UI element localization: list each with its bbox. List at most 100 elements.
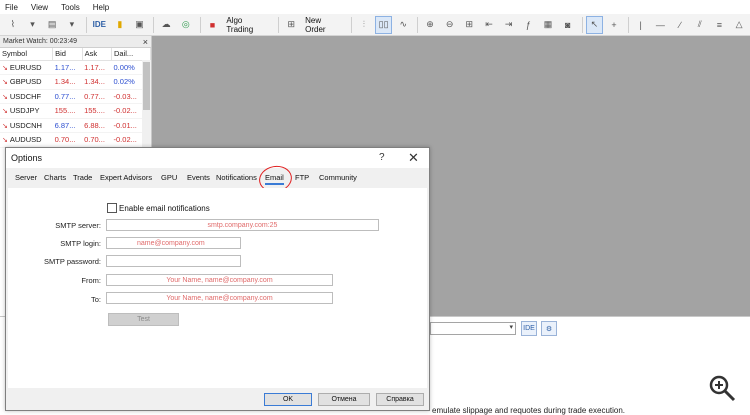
tab-notifications[interactable]: Notifications: [216, 173, 257, 182]
arrow-down-icon: ↘: [2, 93, 8, 101]
filter-select[interactable]: ▾: [430, 322, 516, 335]
table-row[interactable]: ↘ USDCNH 6.87... 6.88... -0.01...: [0, 118, 151, 133]
crosshair-icon[interactable]: +: [605, 16, 623, 34]
algo-trading-button[interactable]: Algo Trading: [223, 16, 273, 34]
bid-cell: 155....: [52, 103, 83, 119]
tab-events[interactable]: Events: [187, 173, 210, 182]
zoom-in-icon[interactable]: ⊕: [421, 16, 439, 34]
symbol-cell: AUDUSD: [9, 135, 42, 145]
market-watch-panel: Market Watch: 00:23:49 × Symbol Bid Ask …: [0, 36, 152, 148]
fibonacci-icon[interactable]: ≡: [711, 16, 729, 34]
channel-icon[interactable]: ⫽: [691, 16, 709, 34]
table-row[interactable]: ↘ GBPUSD 1.34... 1.34... 0.02%: [0, 74, 151, 90]
new-chart-icon[interactable]: ▤: [43, 16, 61, 34]
cloud-icon[interactable]: ☁: [157, 16, 175, 34]
smtp-server-input[interactable]: smtp.company.com:25: [106, 219, 379, 231]
chart-line-icon[interactable]: ⌇: [4, 16, 22, 34]
test-button[interactable]: Test: [108, 313, 179, 326]
arrow-down-icon: ↘: [2, 137, 8, 145]
shapes-icon[interactable]: △: [730, 16, 748, 34]
toolbar: ⌇ ▾ ▤ ▾ IDE ▮ ▣ ☁ ◎ ■ Algo Trading ⊞ New…: [0, 14, 750, 36]
dialog-title: Options: [11, 153, 43, 163]
ok-button[interactable]: OK: [264, 393, 312, 406]
new-order-button[interactable]: New Order: [302, 16, 346, 34]
from-input[interactable]: Your Name, name@company.com: [106, 274, 333, 286]
arrow-down-icon: ↘: [2, 122, 8, 130]
screenshot-icon[interactable]: ◙: [559, 16, 577, 34]
help-icon[interactable]: ?: [379, 152, 385, 163]
dialog-titlebar: Options ? ✕: [6, 148, 429, 168]
indicators-icon[interactable]: ƒ: [520, 16, 538, 34]
chart-shift-icon[interactable]: ⇥: [500, 16, 518, 34]
table-row[interactable]: ↘ USDCHF 0.77... 0.77... -0.03...: [0, 89, 151, 104]
symbol-cell: USDCHF: [9, 91, 42, 101]
column-header[interactable]: Dail...: [111, 48, 151, 61]
menu-help[interactable]: Help: [88, 3, 117, 12]
email-settings-panel: Enable email notifications SMTP server: …: [8, 188, 427, 388]
signals-icon[interactable]: ▣: [131, 16, 149, 34]
grid-icon[interactable]: ⊞: [460, 16, 478, 34]
table-row[interactable]: ↘ EURUSD 1.17... 1.17... 0.00%: [0, 60, 151, 75]
to-label: To:: [90, 295, 101, 304]
ask-cell: 0.77...: [82, 89, 112, 104]
bar-chart-icon[interactable]: ⫶: [355, 16, 373, 34]
tab-trade[interactable]: Trade: [73, 173, 92, 182]
tab-ftp[interactable]: FTP: [295, 173, 309, 182]
column-header[interactable]: Symbol: [0, 48, 54, 61]
from-label: From:: [81, 276, 101, 285]
menu-view[interactable]: View: [26, 3, 56, 12]
column-header[interactable]: Ask: [82, 48, 113, 61]
dialog-tabs: Server Charts Trade Expert Advisors GPU …: [6, 170, 429, 186]
line-chart-icon[interactable]: ∿: [394, 16, 412, 34]
scrollbar-thumb[interactable]: [143, 62, 150, 110]
smtp-password-label: SMTP password:: [44, 257, 101, 266]
ide-button[interactable]: IDE: [90, 16, 109, 34]
arrow-down-icon: ↘: [2, 64, 8, 72]
close-icon[interactable]: ×: [143, 37, 148, 47]
zoom-in-magnifier-icon[interactable]: [707, 373, 737, 403]
candlestick-icon[interactable]: ▯▯: [374, 15, 393, 34]
market-watch-table: Symbol Bid Ask Dail... ↘ EURUSD 1.17... 1…: [0, 48, 151, 148]
autoscroll-icon[interactable]: ⇤: [480, 16, 498, 34]
trendline-icon[interactable]: ∕: [671, 16, 689, 34]
dropdown-chevron-icon[interactable]: ▾: [63, 16, 81, 34]
new-order-icon[interactable]: ⊞: [282, 16, 300, 34]
tab-gpu[interactable]: GPU: [161, 173, 177, 182]
globe-icon[interactable]: ◎: [177, 16, 195, 34]
enable-email-checkbox[interactable]: [107, 203, 117, 213]
settings-gear-icon[interactable]: ⚙: [541, 321, 557, 336]
vertical-line-icon[interactable]: |: [632, 16, 650, 34]
menu-tools[interactable]: Tools: [56, 3, 88, 12]
table-row[interactable]: ↘ AUDUSD 0.70... 0.70... -0.02...: [0, 132, 151, 148]
table-row[interactable]: ↘ USDJPY 155.... 155.... -0.02...: [0, 103, 151, 119]
market-watch-scrollbar[interactable]: [142, 60, 151, 148]
tab-server[interactable]: Server: [15, 173, 37, 182]
zoom-out-icon[interactable]: ⊖: [441, 16, 459, 34]
horizontal-line-icon[interactable]: —: [652, 16, 670, 34]
ide-small-button[interactable]: IDE: [521, 321, 537, 336]
menu-bar: File View Tools Help: [0, 0, 750, 14]
market-watch-title: Market Watch: 00:23:49: [3, 38, 78, 45]
ask-cell: 155....: [82, 103, 112, 119]
menu-file[interactable]: File: [0, 3, 26, 12]
symbol-cell: USDCNH: [9, 120, 42, 130]
dropdown-chevron-icon[interactable]: ▾: [24, 16, 42, 34]
to-input[interactable]: Your Name, name@company.com: [106, 292, 333, 304]
algo-trading-stop-icon[interactable]: ■: [204, 16, 222, 34]
arrow-down-icon: ↘: [2, 108, 8, 116]
enable-email-label: Enable email notifications: [119, 204, 210, 213]
options-dialog: Options ? ✕ Server Charts Trade Expert A…: [5, 147, 430, 411]
tab-community[interactable]: Community: [319, 173, 357, 182]
bag-icon[interactable]: ▮: [111, 16, 129, 34]
smtp-password-input[interactable]: [106, 255, 241, 267]
chevron-down-icon: ▾: [509, 324, 513, 331]
cursor-icon[interactable]: ↖: [585, 15, 604, 34]
close-icon[interactable]: ✕: [408, 150, 419, 166]
column-header[interactable]: Bid: [52, 48, 83, 61]
tab-expert-advisors[interactable]: Expert Advisors: [100, 173, 152, 182]
smtp-login-input[interactable]: name@company.com: [106, 237, 241, 249]
tab-charts[interactable]: Charts: [44, 173, 66, 182]
templates-icon[interactable]: ▦: [539, 16, 557, 34]
cancel-button[interactable]: Отмена: [318, 393, 370, 406]
help-button[interactable]: Справка: [376, 393, 424, 406]
